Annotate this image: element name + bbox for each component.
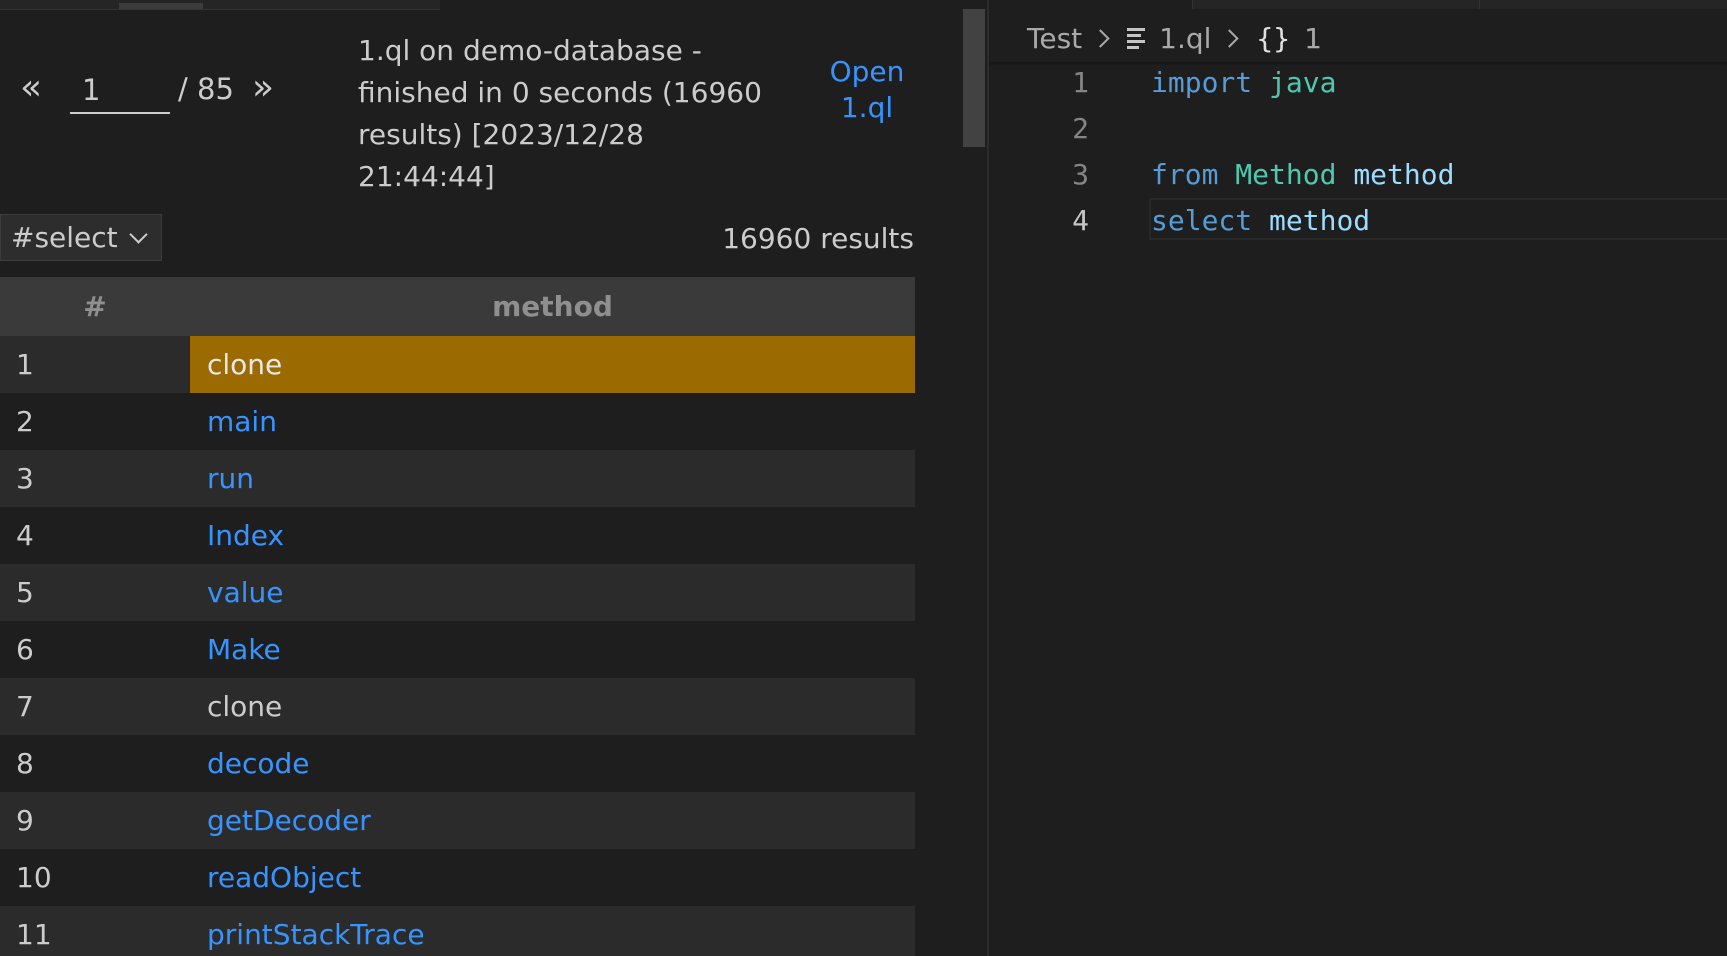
table-row[interactable]: 9 getDecoder <box>0 792 915 849</box>
breadcrumb-folder[interactable]: Test <box>1027 22 1082 55</box>
next-page-button[interactable]: » <box>252 68 274 108</box>
editor-tab[interactable] <box>989 0 1193 9</box>
row-index: 1 <box>0 336 190 393</box>
table-row[interactable]: 11 printStackTrace <box>0 906 915 956</box>
code-token: method <box>1269 204 1371 237</box>
method-cell[interactable]: Make <box>190 621 915 678</box>
results-tab-strip <box>0 0 440 10</box>
code-line[interactable]: 4 select method <box>989 198 1727 244</box>
line-number: 4 <box>1072 204 1089 237</box>
table-row[interactable]: 3 run <box>0 450 915 507</box>
code-token: java <box>1269 66 1337 99</box>
breadcrumb: Test 1.ql {} 1 <box>1027 18 1322 58</box>
row-index: 11 <box>0 906 190 956</box>
total-pages-label: / 85 <box>178 72 234 106</box>
row-index: 3 <box>0 450 190 507</box>
method-cell[interactable]: run <box>190 450 915 507</box>
table-row[interactable]: 1 clone <box>0 336 915 393</box>
table-row[interactable]: 5 value <box>0 564 915 621</box>
table-row[interactable]: 4 Index <box>0 507 915 564</box>
active-tab-indicator[interactable] <box>119 3 203 9</box>
table-row[interactable]: 7 clone <box>0 678 915 735</box>
method-cell[interactable]: readObject <box>190 849 915 906</box>
code-token: import <box>1151 66 1253 99</box>
table-row[interactable]: 8 decode <box>0 735 915 792</box>
breadcrumb-symbol[interactable]: 1 <box>1304 22 1322 55</box>
method-cell[interactable]: getDecoder <box>190 792 915 849</box>
code-text: import java <box>1151 60 1336 106</box>
code-text: from Method method <box>1151 152 1454 198</box>
results-table: # method 1 clone 2 main 3 run 4 Index 5 value 6 Mak… <box>0 277 915 956</box>
method-cell[interactable]: clone <box>190 336 915 393</box>
method-cell[interactable]: clone <box>190 678 915 735</box>
method-cell[interactable]: value <box>190 564 915 621</box>
line-number: 2 <box>1072 112 1089 145</box>
code-text: select method <box>1151 198 1370 244</box>
code-token: from <box>1151 158 1219 191</box>
code-editor[interactable]: 1 import java 2 3 from Method method 4 select … <box>989 60 1727 244</box>
chevron-right-icon <box>1091 28 1110 48</box>
result-set-value: #select <box>11 221 118 254</box>
line-number: 3 <box>1072 158 1089 191</box>
results-scrollbar-thumb[interactable] <box>963 9 985 147</box>
table-row[interactable]: 6 Make <box>0 621 915 678</box>
code-line[interactable]: 2 <box>989 106 1727 152</box>
code-line[interactable]: 1 import java <box>989 60 1727 106</box>
previous-page-button[interactable]: « <box>20 68 42 108</box>
column-header-index[interactable]: # <box>0 277 190 336</box>
braces-icon: {} <box>1256 21 1291 55</box>
query-status-text: 1.ql on demo-database - finished in 0 se… <box>358 34 762 193</box>
result-set-dropdown[interactable]: #select <box>0 214 162 261</box>
code-token: method <box>1353 158 1455 191</box>
row-index: 8 <box>0 735 190 792</box>
open-query-link[interactable]: Open 1.ql <box>820 54 914 126</box>
code-token: Method <box>1235 158 1337 191</box>
table-row[interactable]: 2 main <box>0 393 915 450</box>
row-index: 7 <box>0 678 190 735</box>
row-index: 6 <box>0 621 190 678</box>
query-results-pane: « / 85 » 1.ql on demo-database - finishe… <box>0 0 985 956</box>
result-count-label: 16960 results <box>722 222 914 255</box>
chevron-down-icon <box>128 225 148 244</box>
code-token: select <box>1151 204 1253 237</box>
method-cell[interactable]: decode <box>190 735 915 792</box>
row-index: 4 <box>0 507 190 564</box>
file-lines-icon <box>1127 27 1146 49</box>
line-number: 1 <box>1072 66 1089 99</box>
editor-tab-strip <box>989 0 1727 9</box>
method-cell[interactable]: printStackTrace <box>190 906 915 956</box>
editor-pane: Test 1.ql {} 1 1 import java 2 3 from Method… <box>989 0 1727 956</box>
row-index: 9 <box>0 792 190 849</box>
breadcrumb-file[interactable]: 1.ql <box>1159 22 1211 55</box>
row-index: 2 <box>0 393 190 450</box>
table-header-row: # method <box>0 277 915 336</box>
chevron-right-icon <box>1220 28 1240 48</box>
column-header-method[interactable]: method <box>190 277 915 336</box>
method-cell[interactable]: Index <box>190 507 915 564</box>
table-row[interactable]: 10 readObject <box>0 849 915 906</box>
row-index: 10 <box>0 849 190 906</box>
method-cell[interactable]: main <box>190 393 915 450</box>
page-number-input[interactable] <box>70 68 170 114</box>
row-index: 5 <box>0 564 190 621</box>
code-line[interactable]: 3 from Method method <box>989 152 1727 198</box>
tab-separator <box>1479 0 1480 9</box>
